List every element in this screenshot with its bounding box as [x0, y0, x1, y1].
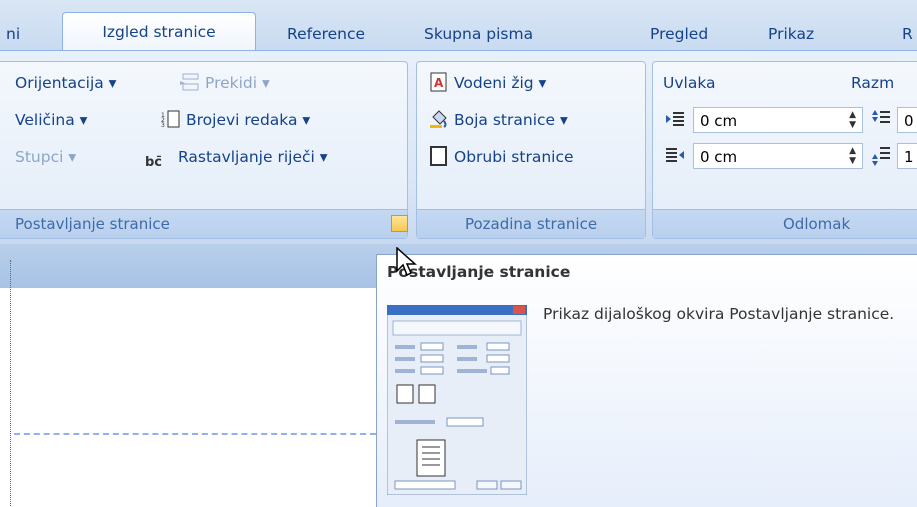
- tab-home-partial[interactable]: ni: [6, 18, 20, 50]
- mouse-pointer-icon: [396, 247, 417, 277]
- page-margin-guide: [10, 260, 11, 506]
- watermark-button[interactable]: A Vodeni žig ▾: [429, 68, 546, 98]
- indent-left-field[interactable]: 0 cm ▲ ▼: [693, 107, 863, 133]
- size-button[interactable]: Veličina ▾: [15, 105, 87, 135]
- spacing-after-field[interactable]: 1: [897, 143, 917, 169]
- watermark-icon: A: [430, 72, 447, 92]
- paragraph-group-title: Odlomak: [653, 209, 917, 238]
- ribbon-body: Orijentacija ▾ Prekidi ▾ Veličina ▾ 123B…: [0, 50, 917, 245]
- page-borders-icon: [430, 146, 447, 166]
- indent-right-icon: [666, 148, 684, 162]
- indent-left-icon: [666, 112, 684, 126]
- columns-button[interactable]: Stupci ▾: [15, 142, 76, 172]
- tab-review[interactable]: Pregled: [650, 18, 708, 50]
- tooltip-description: Prikaz dijaloškog okvira Postavljanje st…: [543, 305, 895, 323]
- tab-extra-partial[interactable]: R: [902, 18, 913, 50]
- page-borders-button[interactable]: Obrubi stranice: [429, 142, 574, 172]
- page-background-group: A Vodeni žig ▾ Boja stranice ▾ Obrubi str…: [416, 61, 646, 239]
- line-numbers-button[interactable]: 1 2 3 Brojevi redaka ▾: [161, 105, 310, 135]
- breaks-icon: [180, 73, 199, 91]
- super-tooltip: Postavljanje stranice Prikaz dijaloškog …: [376, 254, 917, 507]
- paragraph-group: Uvlaka 0 cm ▲ ▼ 0 cm ▲ ▼ Razm 0 1 Odlomak: [652, 61, 917, 239]
- hyphenation-icon: bc̄: [145, 155, 163, 170]
- dialog-launcher-icon[interactable]: [391, 215, 408, 232]
- tab-page-layout[interactable]: Izgled stranice: [62, 12, 256, 53]
- indent-right-field[interactable]: 0 cm ▲ ▼: [693, 143, 863, 169]
- tab-references[interactable]: Reference: [287, 18, 365, 50]
- spacing-before-icon: [872, 110, 890, 123]
- page-break-line: [14, 433, 376, 435]
- line-numbers-icon: 123: [161, 110, 180, 129]
- indent-label: Uvlaka: [663, 74, 716, 92]
- svg-text:A: A: [434, 76, 444, 90]
- spacing-after-icon: [872, 147, 890, 166]
- paint-bucket-icon: [430, 110, 447, 128]
- page-setup-group: Orijentacija ▾ Prekidi ▾ Veličina ▾ 123B…: [0, 61, 408, 239]
- breaks-button[interactable]: Prekidi ▾: [180, 68, 270, 98]
- spacing-label: Razm: [851, 74, 895, 92]
- svg-text:3: 3: [161, 122, 165, 129]
- page-background-group-title: Pozadina stranice: [417, 209, 645, 238]
- page-color-button[interactable]: Boja stranice ▾: [429, 105, 568, 135]
- spinner-arrows-icon[interactable]: ▲ ▼: [849, 146, 856, 166]
- orientation-button[interactable]: Orijentacija ▾: [15, 68, 116, 98]
- spacing-before-field[interactable]: 0: [897, 107, 917, 133]
- tab-view[interactable]: Prikaz: [768, 18, 814, 50]
- hyphenation-button[interactable]: bc̄ Rastavljanje riječi ▾: [145, 142, 328, 172]
- page-setup-group-title: Postavljanje stranice: [0, 209, 407, 238]
- ribbon-tab-row: ni Izgled stranice Reference Skupna pism…: [0, 0, 917, 53]
- dialog-preview-thumbnail: [387, 305, 527, 495]
- spinner-arrows-icon[interactable]: ▲ ▼: [849, 110, 856, 130]
- tab-mailings[interactable]: Skupna pisma: [424, 18, 533, 50]
